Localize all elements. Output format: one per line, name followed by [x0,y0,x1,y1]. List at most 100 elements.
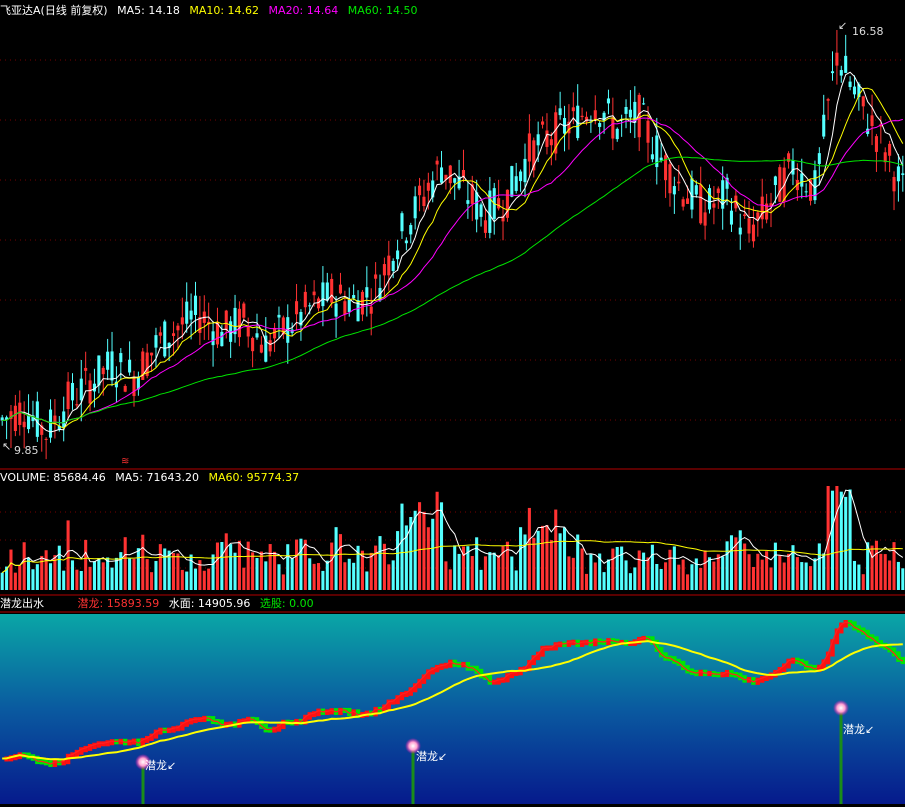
dragon-bar [724,669,730,677]
candle-body [804,191,808,193]
low-price-label: 9.85 [14,444,39,457]
candle-body [66,381,70,410]
candle-body [308,305,312,307]
candle-body [439,167,444,183]
volume-bar [286,544,290,590]
candle-body [624,106,628,114]
candle-body [778,167,782,202]
candle-body [483,220,487,233]
candle-body [479,204,483,217]
candle-body [409,225,413,235]
volume-bar [861,574,865,590]
dragon-bar [843,620,848,628]
candle-body [97,355,101,386]
volume-bar [215,542,220,590]
candle-body [580,115,584,118]
volume-bar [75,569,79,590]
volume-bar [448,569,452,590]
volume-bar [224,533,228,590]
volume-bar [747,554,751,590]
volume-bar [13,572,17,590]
volume-bar [519,527,523,590]
volume-bar [180,569,184,590]
volume-bar [901,568,905,590]
volume-bar [343,562,347,590]
volume-bar [510,556,514,590]
dragon-bar [96,741,102,748]
volume-bar [171,553,176,590]
volume-bar [66,520,70,590]
volume-bar [804,562,808,590]
candle-body [646,120,650,143]
volume-bar [457,553,461,590]
candle-body [18,402,22,425]
candle-body [896,166,900,182]
volume-bar [374,545,378,590]
signal-label: 潜龙↙ [145,759,177,772]
stock-chart-window: 飞亚达A(日线 前复权) MA5: 14.18 MA10: 14.62 MA20… [0,0,905,807]
candle-body [404,240,408,244]
candle-body [185,301,189,324]
candle-body [558,108,562,116]
candle-body [598,122,602,127]
candle-body [497,198,501,209]
volume-bar [800,562,804,590]
candle-body [527,133,531,162]
candle-body [611,117,615,139]
dragon-bar [188,718,194,725]
dragon-bar [158,727,163,735]
volume-bar [136,548,140,590]
candle-body [615,128,619,140]
candle-body [374,274,378,279]
dragon-bar [52,759,58,767]
volume-bar [378,536,382,590]
candle-body [44,438,48,440]
volume-bar [400,503,404,590]
candle-body [685,198,690,204]
candle-body [426,182,430,191]
volume-bar [207,568,211,590]
candle-body [523,158,527,183]
volume-bar [721,556,725,590]
candle-body [180,317,184,325]
volume-bar [202,570,206,590]
volume-bar [620,546,624,590]
candle-body [822,114,826,137]
high-arrow-icon: ↙ [838,19,848,32]
dragon-bar [448,659,453,668]
ma60-readout: MA60: 14.50 [347,4,418,17]
volume-bar [874,540,878,590]
volume-bar [685,574,690,590]
volume-bar [589,554,593,590]
volume-bar [62,570,66,590]
candle-body [861,96,865,107]
volume-bar [281,574,285,590]
candle-body [347,299,351,312]
candle-body [343,301,347,315]
candle-body [75,404,79,406]
volume-bar [545,525,549,590]
volume-bar [615,546,619,590]
volume-bar [470,556,474,590]
volume-bar [848,489,852,590]
volume-bar [813,558,817,590]
volume-bar [817,543,821,590]
candle-body [193,295,198,315]
volume-bar [444,561,448,590]
candle-body [571,107,575,112]
volume-bar [554,509,558,590]
candle-body [242,303,246,318]
candle-body [888,143,892,156]
candle-body [787,153,791,162]
candle-body [237,308,241,338]
volume-bar [330,542,334,590]
candle-body [101,367,105,375]
volume-bar [193,568,198,590]
volume-bar [290,558,294,590]
candle-body [338,284,343,294]
volume-bar [365,571,369,590]
candle-body [303,291,307,308]
candle-body [870,115,874,126]
candle-body [519,171,523,182]
volume-bar [677,564,681,590]
